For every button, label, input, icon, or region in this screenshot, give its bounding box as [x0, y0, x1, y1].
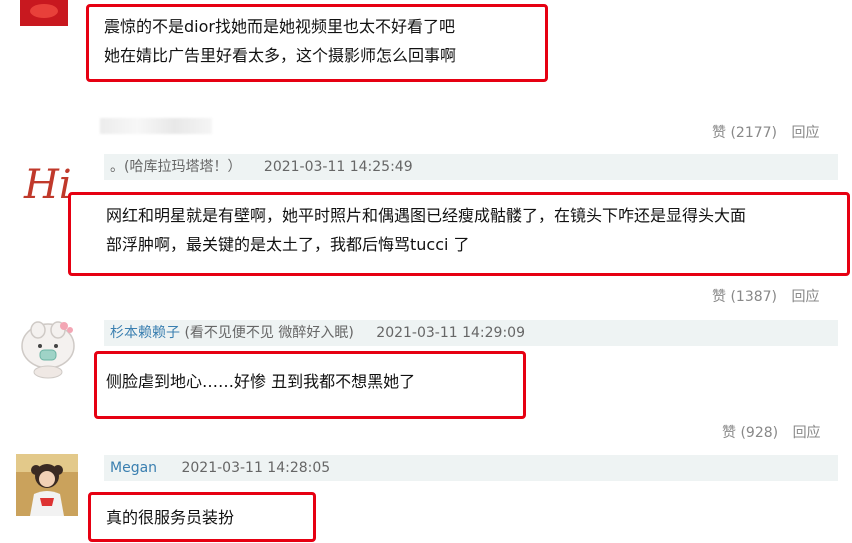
username-link[interactable]: 杉本赖赖子	[110, 325, 180, 341]
highlight-box	[94, 351, 526, 419]
like-button[interactable]: 赞 (1387)	[712, 289, 777, 305]
highlight-box	[86, 4, 548, 82]
timestamp: 2021-03-11 14:25:49	[263, 159, 413, 175]
avatar-label: Hi	[24, 162, 72, 208]
timestamp: 2021-03-11 14:28:05	[181, 460, 331, 476]
blurred-username	[100, 118, 212, 134]
reply-button[interactable]: 回应	[793, 425, 821, 441]
reply-button[interactable]: 回应	[791, 289, 819, 305]
highlight-box	[88, 492, 316, 542]
username-link[interactable]: Megan	[110, 460, 157, 476]
comment-actions: 赞 (2177) 回应	[712, 122, 819, 142]
highlight-box	[68, 192, 850, 276]
comment-meta: 。(哈库拉玛塔塔！） 2021-03-11 14:25:49	[104, 154, 838, 180]
reply-button[interactable]: 回应	[791, 125, 819, 141]
comment-meta: Megan 2021-03-11 14:28:05	[104, 455, 838, 481]
like-button[interactable]: 赞 (2177)	[712, 125, 777, 141]
comment-actions: 赞 (1387) 回应	[712, 286, 819, 306]
like-button[interactable]: 赞 (928)	[722, 425, 778, 441]
avatar[interactable]	[16, 454, 78, 516]
user-note: (看不见便不见 微醉好入眠)	[184, 325, 354, 341]
avatar[interactable]	[18, 316, 78, 380]
comment-actions: 赞 (928) 回应	[722, 422, 821, 442]
comment-meta: 杉本赖赖子 (看不见便不见 微醉好入眠) 2021-03-11 14:29:09	[104, 320, 838, 346]
user-note: 。(哈库拉玛塔塔！）	[110, 159, 242, 175]
timestamp: 2021-03-11 14:29:09	[376, 325, 525, 341]
avatar[interactable]	[20, 0, 68, 26]
